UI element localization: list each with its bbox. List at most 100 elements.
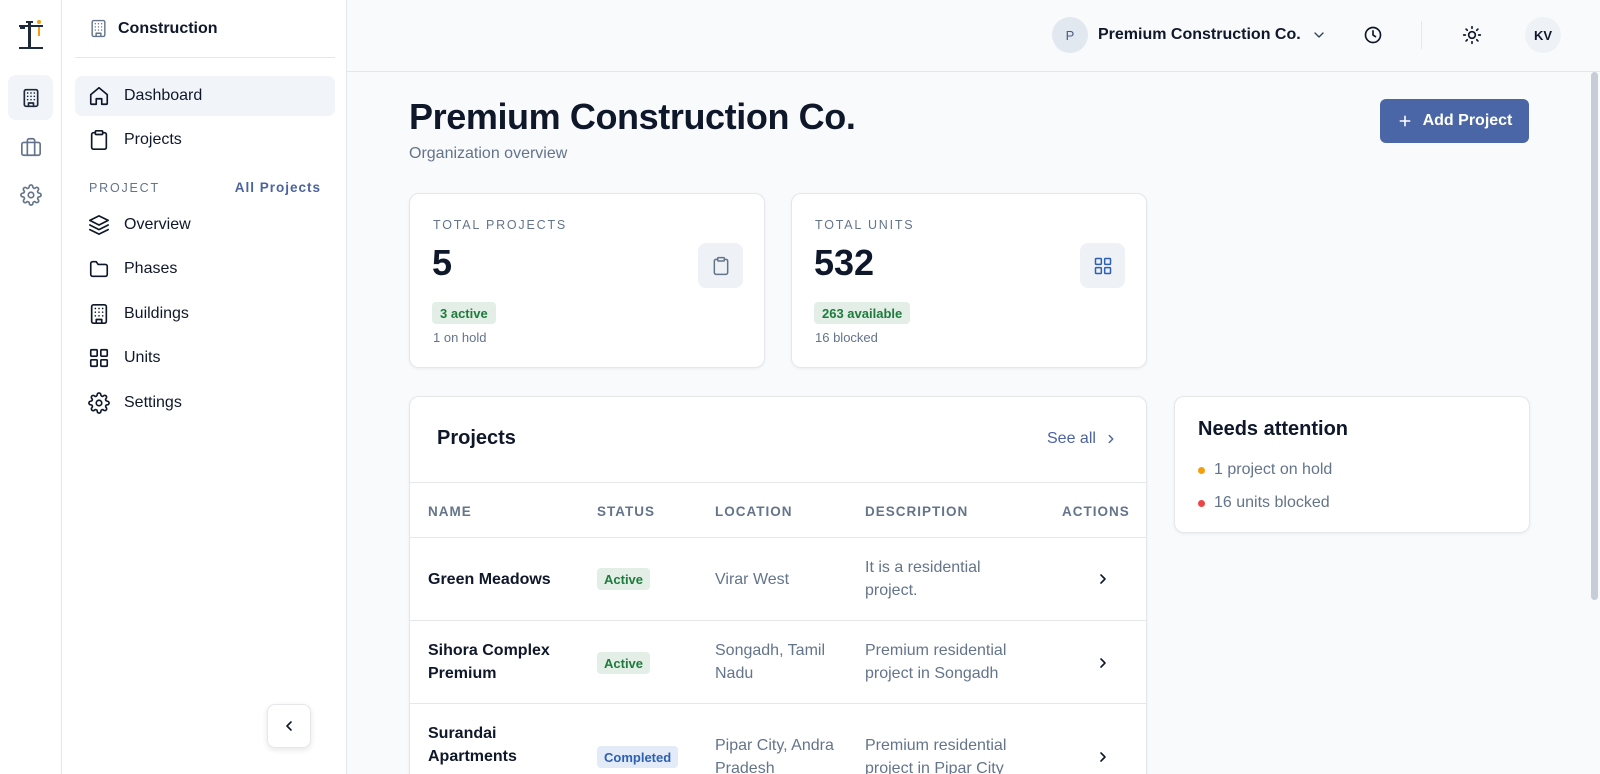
sidebar-item-label: Dashboard bbox=[124, 87, 203, 104]
attention-item: 16 units blocked bbox=[1198, 494, 1330, 512]
column-header-location: LOCATION bbox=[715, 504, 793, 519]
project-description: It is a residential project. bbox=[865, 559, 981, 599]
sidebar-item-label: Units bbox=[124, 349, 161, 366]
stat-value: 5 bbox=[432, 242, 453, 283]
sidebar-item-label: Phases bbox=[124, 260, 178, 277]
building-icon bbox=[90, 304, 108, 324]
stat-label: TOTAL PROJECTS bbox=[433, 218, 568, 232]
chevron-left-icon bbox=[286, 721, 292, 731]
add-project-button[interactable]: Add Project bbox=[1380, 99, 1529, 143]
folder-icon bbox=[89, 260, 109, 278]
project-description: Premium residential project in Pipar Cit… bbox=[865, 737, 1007, 774]
clipboard-icon bbox=[90, 130, 108, 150]
project-location: Songadh, Tamil Nadu bbox=[715, 642, 825, 682]
stat-note: 1 on hold bbox=[433, 330, 487, 345]
chevron-right-icon[interactable] bbox=[1095, 749, 1111, 765]
column-header-status: STATUS bbox=[597, 504, 655, 519]
org-switcher[interactable]: P Premium Construction Co. bbox=[1052, 17, 1327, 53]
stat-value: 532 bbox=[814, 242, 875, 283]
chevron-right-icon bbox=[1108, 434, 1114, 444]
sidebar-item-dashboard[interactable]: Dashboard bbox=[75, 76, 335, 116]
building-icon bbox=[23, 88, 38, 107]
sidebar-item-overview[interactable]: Overview bbox=[75, 205, 335, 245]
grid-icon bbox=[1094, 257, 1111, 274]
clock-icon bbox=[1364, 26, 1382, 44]
stat-icon-box bbox=[1080, 243, 1125, 288]
status-badge: Completed bbox=[597, 746, 679, 768]
sidebar-item-settings[interactable]: Settings bbox=[75, 383, 335, 423]
project-name: Sihora Complex Premium bbox=[428, 642, 550, 682]
sidebar-item-label: Buildings bbox=[124, 305, 189, 322]
total-projects-card: TOTAL PROJECTS 5 3 active 1 on hold bbox=[409, 193, 765, 368]
table-row[interactable]: Surandai Apartments Completed Pipar City… bbox=[410, 704, 1146, 774]
org-name: Premium Construction Co. bbox=[1098, 26, 1301, 43]
user-avatar[interactable]: KV bbox=[1525, 17, 1561, 53]
scrollbar-thumb[interactable] bbox=[1591, 72, 1598, 600]
see-all-label: See all bbox=[1047, 430, 1096, 447]
sidebar-item-label: Settings bbox=[124, 394, 182, 411]
stat-icon-box bbox=[698, 243, 743, 288]
history-button[interactable] bbox=[1360, 22, 1386, 48]
crane-logo-icon bbox=[19, 20, 43, 49]
sidebar-item-projects[interactable]: Projects bbox=[75, 120, 335, 160]
table-row[interactable]: Green Meadows Active Virar West It is a … bbox=[410, 538, 1146, 621]
project-location: Virar West bbox=[715, 571, 790, 588]
attention-text: 16 units blocked bbox=[1214, 494, 1330, 511]
add-project-label: Add Project bbox=[1422, 112, 1513, 129]
column-header-description: DESCRIPTION bbox=[865, 504, 969, 519]
rail-building-button[interactable] bbox=[8, 75, 53, 120]
project-name: Green Meadows bbox=[428, 571, 551, 588]
sidebar-header: Construction bbox=[75, 0, 335, 58]
sun-icon bbox=[1462, 25, 1482, 45]
see-all-link[interactable]: See all bbox=[1047, 430, 1118, 448]
plus-icon bbox=[1399, 115, 1411, 127]
project-section-header: PROJECT All Projects bbox=[89, 180, 321, 195]
stat-label: TOTAL UNITS bbox=[815, 218, 915, 232]
chevron-right-icon[interactable] bbox=[1095, 571, 1111, 587]
warning-dot bbox=[1198, 466, 1205, 474]
icon-rail bbox=[0, 0, 62, 774]
rail-briefcase-button[interactable] bbox=[8, 124, 53, 169]
all-projects-link[interactable]: All Projects bbox=[235, 180, 321, 195]
status-badge: Active bbox=[597, 652, 651, 674]
stat-pill: 3 active bbox=[432, 302, 496, 324]
briefcase-icon bbox=[20, 137, 41, 156]
gear-icon bbox=[19, 183, 42, 206]
attention-item: 1 project on hold bbox=[1198, 461, 1332, 479]
column-header-name: NAME bbox=[428, 504, 472, 519]
column-header-actions: ACTIONS bbox=[1062, 504, 1130, 519]
table-header: NAME STATUS LOCATION DESCRIPTION ACTIONS bbox=[410, 482, 1146, 538]
building-icon bbox=[91, 19, 106, 38]
project-name: Surandai Apartments bbox=[428, 725, 517, 765]
sidebar-item-phases[interactable]: Phases bbox=[75, 249, 335, 289]
page-subtitle: Organization overview bbox=[409, 145, 568, 162]
page-title: Premium Construction Co. bbox=[409, 96, 856, 137]
sidebar-item-label: Overview bbox=[124, 216, 191, 233]
sidebar-item-buildings[interactable]: Buildings bbox=[75, 294, 335, 334]
grid-icon bbox=[89, 348, 109, 368]
projects-card: Projects See all NAME STATUS LOCATION DE… bbox=[409, 396, 1147, 774]
status-badge: Active bbox=[597, 568, 651, 590]
table-row[interactable]: Sihora Complex Premium Active Songadh, T… bbox=[410, 621, 1146, 704]
topbar-divider bbox=[1421, 21, 1422, 49]
sidebar-item-units[interactable]: Units bbox=[75, 338, 335, 378]
chevron-right-icon[interactable] bbox=[1095, 655, 1111, 671]
total-units-card: TOTAL UNITS 532 263 available 16 blocked bbox=[791, 193, 1147, 368]
sidebar-item-label: Projects bbox=[124, 131, 182, 148]
scrollbar[interactable] bbox=[1588, 72, 1600, 774]
collapse-sidebar-button[interactable] bbox=[267, 704, 311, 748]
stat-note: 16 blocked bbox=[815, 330, 878, 345]
project-location: Pipar City, Andra Pradesh bbox=[715, 737, 834, 774]
rail-settings-button[interactable] bbox=[8, 172, 53, 217]
projects-title: Projects bbox=[437, 427, 516, 449]
clipboard-icon bbox=[713, 256, 728, 275]
theme-toggle-button[interactable] bbox=[1459, 22, 1485, 48]
org-avatar: P bbox=[1052, 17, 1088, 53]
needs-attention-title: Needs attention bbox=[1198, 418, 1349, 440]
section-label: PROJECT bbox=[89, 180, 160, 195]
project-description: Premium residential project in Songadh bbox=[865, 642, 1007, 682]
needs-attention-card: Needs attention 1 project on hold 16 uni… bbox=[1174, 396, 1530, 533]
gear-icon bbox=[88, 392, 110, 414]
top-bar: P Premium Construction Co. KV bbox=[347, 0, 1600, 72]
stat-pill: 263 available bbox=[814, 302, 911, 324]
